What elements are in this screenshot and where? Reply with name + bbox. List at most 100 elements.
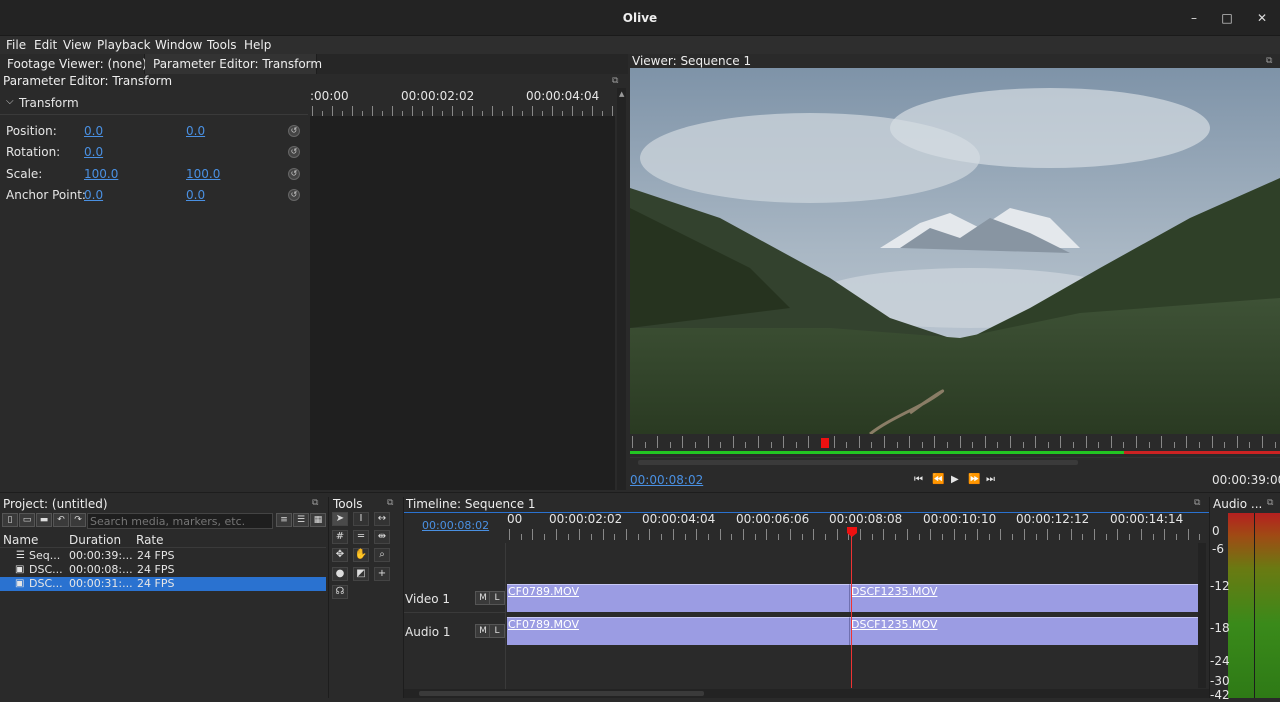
ruler-label: 00:00:06:06 <box>736 512 810 526</box>
minimize-button[interactable]: – <box>1184 8 1204 28</box>
reset-icon[interactable]: ↺ <box>288 146 300 158</box>
column-rate[interactable]: Rate <box>136 533 164 547</box>
panel-float-icon[interactable]: ⧉ <box>612 76 618 86</box>
lock-button[interactable]: L <box>489 591 505 605</box>
scale-x-field[interactable]: 100.0 <box>84 167 118 181</box>
headphones-icon[interactable]: ☊ <box>332 585 348 599</box>
add-tool-icon[interactable]: + <box>374 567 390 581</box>
tab-parameter-editor[interactable]: Parameter Editor: Transform <box>145 54 322 74</box>
reset-icon[interactable]: ↺ <box>288 125 300 137</box>
slide-tool-icon[interactable]: ⇹ <box>374 530 390 544</box>
anchor-y-field[interactable]: 0.0 <box>186 188 205 202</box>
project-header: Name Duration Rate <box>0 533 326 548</box>
menu-playback[interactable]: Playback <box>97 36 151 54</box>
ruler-tick <box>544 534 546 540</box>
edit-tool-icon[interactable]: I <box>353 512 369 526</box>
column-duration[interactable]: Duration <box>69 533 121 547</box>
timeline-vertical-scrollbar[interactable] <box>1198 543 1206 688</box>
vertical-scrollbar[interactable]: ▲ <box>617 88 626 490</box>
viewer-scrubber[interactable] <box>630 434 1280 454</box>
fast-forward-icon[interactable]: ⏩ <box>968 474 980 485</box>
project-toolbar: ▯ ▭ ▬ ↶ ↷ ≡ ☰ ▦ <box>0 512 326 530</box>
viewer-current-time[interactable]: 00:00:08:02 <box>630 473 703 487</box>
undo-icon[interactable]: ↶ <box>53 513 69 527</box>
menu-tools[interactable]: Tools <box>207 36 237 54</box>
project-row[interactable]: ☰ Seq... 00:00:39:... 24 FPS <box>0 549 326 563</box>
column-name[interactable]: Name <box>3 533 38 547</box>
transition-tool-icon[interactable]: ◩ <box>353 567 369 581</box>
save-file-icon[interactable]: ▬ <box>36 513 52 527</box>
pointer-tool-icon[interactable]: ➤ <box>332 512 348 526</box>
timeline-horizontal-scrollbar[interactable] <box>404 689 1209 698</box>
video-preview[interactable] <box>630 68 1280 434</box>
reset-icon[interactable]: ↺ <box>288 168 300 180</box>
video-clip[interactable]: CF0789.MOV <box>507 584 849 612</box>
audio-clip[interactable]: DSCF1235.MOV <box>849 617 1199 645</box>
ruler-tick <box>1161 436 1163 448</box>
move-tool-icon[interactable]: ✥ <box>332 548 348 562</box>
hand-tool-icon[interactable]: ✋ <box>353 548 369 562</box>
lock-button[interactable]: L <box>489 624 505 638</box>
ruler-label: 00:00:04:04 <box>642 512 716 526</box>
scale-y-field[interactable]: 100.0 <box>186 167 220 181</box>
scrollbar-thumb[interactable] <box>638 460 1078 465</box>
slip-tool-icon[interactable]: ═ <box>353 530 369 544</box>
ripple-tool-icon[interactable]: ↔ <box>374 512 390 526</box>
menu-file[interactable]: File <box>6 36 26 54</box>
splitter[interactable] <box>0 492 1280 493</box>
tab-footage-viewer[interactable]: Footage Viewer: (none) <box>0 54 147 74</box>
scrollbar-thumb[interactable] <box>419 691 704 696</box>
project-row-selected[interactable]: ▣ DSC... 00:00:31:... 24 FPS <box>0 577 326 591</box>
meter-label: 0 <box>1212 524 1220 538</box>
open-file-icon[interactable]: ▭ <box>19 513 35 527</box>
reset-icon[interactable]: ↺ <box>288 189 300 201</box>
ruler-tick <box>1094 529 1095 540</box>
menu-view[interactable]: View <box>63 36 91 54</box>
redo-icon[interactable]: ↷ <box>70 513 86 527</box>
tree-view-icon[interactable]: ≡ <box>276 513 292 527</box>
go-to-start-icon[interactable]: ⏮ <box>914 474 923 485</box>
panel-float-icon[interactable]: ⧉ <box>1267 498 1273 508</box>
ruler-tick <box>442 111 443 116</box>
new-file-icon[interactable]: ▯ <box>2 513 18 527</box>
close-button[interactable]: ✕ <box>1252 8 1272 28</box>
transform-section-header[interactable]: ⌵ Transform <box>0 91 308 115</box>
search-input[interactable] <box>87 513 273 529</box>
horizontal-scrollbar[interactable] <box>630 457 1280 466</box>
list-view-icon[interactable]: ☰ <box>293 513 309 527</box>
icon-view-icon[interactable]: ▦ <box>310 513 326 527</box>
audio-clip[interactable]: CF0789.MOV <box>507 617 849 645</box>
zoom-tool-icon[interactable]: ⌕ <box>374 548 390 562</box>
ruler-tick <box>959 436 961 448</box>
keyframe-area[interactable]: :00:00 00:00:02:02 00:00:04:04 <box>310 88 615 490</box>
panel-float-icon[interactable]: ⧉ <box>312 498 318 508</box>
track-header-divider[interactable] <box>505 543 506 693</box>
menu-edit[interactable]: Edit <box>34 36 57 54</box>
panel-float-icon[interactable]: ⧉ <box>1266 56 1272 66</box>
item-rate: 24 FPS <box>137 563 175 576</box>
keyframe-ruler[interactable]: :00:00 00:00:02:02 00:00:04:04 <box>310 88 615 116</box>
menu-help[interactable]: Help <box>244 36 271 54</box>
position-y-field[interactable]: 0.0 <box>186 124 205 138</box>
timeline-title: Timeline: Sequence 1 <box>406 497 536 511</box>
panel-float-icon[interactable]: ⧉ <box>1194 498 1200 508</box>
project-row[interactable]: ▣ DSC... 00:00:08:... 24 FPS <box>0 563 326 577</box>
panel-float-icon[interactable]: ⧉ <box>387 498 393 508</box>
ruler-tick <box>1148 442 1150 448</box>
timeline-current-time[interactable]: 00:00:08:02 <box>422 519 489 532</box>
go-to-end-icon[interactable]: ⏭ <box>986 474 995 485</box>
ruler-tick <box>422 111 423 116</box>
rewind-icon[interactable]: ⏪ <box>932 474 944 485</box>
anchor-x-field[interactable]: 0.0 <box>84 188 103 202</box>
maximize-button[interactable]: □ <box>1217 8 1237 28</box>
timeline-playhead-handle[interactable] <box>847 526 857 537</box>
menu-window[interactable]: Window <box>155 36 202 54</box>
video-clip[interactable]: DSCF1235.MOV <box>849 584 1199 612</box>
viewer-playhead[interactable] <box>821 438 829 448</box>
play-icon[interactable]: ▶ <box>951 474 959 485</box>
rotation-field[interactable]: 0.0 <box>84 145 103 159</box>
scroll-up-icon[interactable]: ▲ <box>619 90 624 98</box>
position-x-field[interactable]: 0.0 <box>84 124 103 138</box>
razor-tool-icon[interactable]: # <box>332 530 348 544</box>
record-tool-icon[interactable]: ● <box>332 567 348 581</box>
